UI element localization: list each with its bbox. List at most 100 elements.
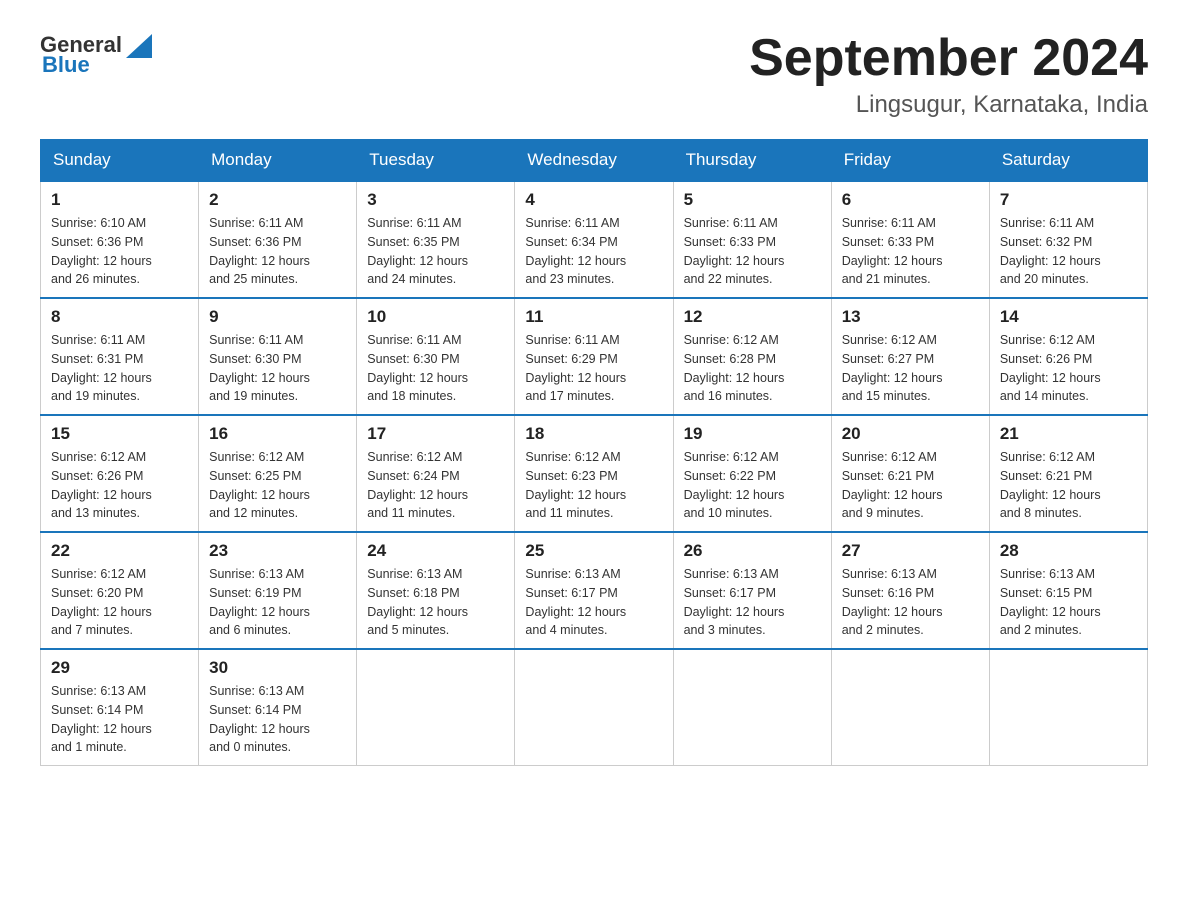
day-info: Sunrise: 6:11 AMSunset: 6:30 PMDaylight:… bbox=[367, 333, 468, 403]
day-info: Sunrise: 6:12 AMSunset: 6:25 PMDaylight:… bbox=[209, 450, 310, 520]
calendar-cell: 21 Sunrise: 6:12 AMSunset: 6:21 PMDaylig… bbox=[989, 415, 1147, 532]
day-number: 26 bbox=[684, 541, 821, 561]
day-number: 12 bbox=[684, 307, 821, 327]
calendar-subtitle: Lingsugur, Karnataka, India bbox=[749, 91, 1148, 119]
day-number: 9 bbox=[209, 307, 346, 327]
calendar-cell: 29 Sunrise: 6:13 AMSunset: 6:14 PMDaylig… bbox=[41, 649, 199, 766]
calendar-week-4: 22 Sunrise: 6:12 AMSunset: 6:20 PMDaylig… bbox=[41, 532, 1148, 649]
day-number: 16 bbox=[209, 424, 346, 444]
day-info: Sunrise: 6:12 AMSunset: 6:23 PMDaylight:… bbox=[525, 450, 626, 520]
day-info: Sunrise: 6:13 AMSunset: 6:14 PMDaylight:… bbox=[209, 684, 310, 754]
calendar-cell: 17 Sunrise: 6:12 AMSunset: 6:24 PMDaylig… bbox=[357, 415, 515, 532]
day-info: Sunrise: 6:12 AMSunset: 6:26 PMDaylight:… bbox=[51, 450, 152, 520]
day-number: 27 bbox=[842, 541, 979, 561]
day-info: Sunrise: 6:12 AMSunset: 6:24 PMDaylight:… bbox=[367, 450, 468, 520]
day-info: Sunrise: 6:11 AMSunset: 6:33 PMDaylight:… bbox=[684, 216, 785, 286]
calendar-cell: 4 Sunrise: 6:11 AMSunset: 6:34 PMDayligh… bbox=[515, 181, 673, 298]
header-thursday: Thursday bbox=[673, 140, 831, 182]
calendar-week-1: 1 Sunrise: 6:10 AMSunset: 6:36 PMDayligh… bbox=[41, 181, 1148, 298]
calendar-cell: 28 Sunrise: 6:13 AMSunset: 6:15 PMDaylig… bbox=[989, 532, 1147, 649]
day-number: 15 bbox=[51, 424, 188, 444]
day-info: Sunrise: 6:13 AMSunset: 6:14 PMDaylight:… bbox=[51, 684, 152, 754]
day-info: Sunrise: 6:13 AMSunset: 6:17 PMDaylight:… bbox=[525, 567, 626, 637]
logo: General Blue bbox=[40, 30, 154, 78]
day-info: Sunrise: 6:12 AMSunset: 6:21 PMDaylight:… bbox=[842, 450, 943, 520]
day-info: Sunrise: 6:13 AMSunset: 6:19 PMDaylight:… bbox=[209, 567, 310, 637]
logo-blue-text: Blue bbox=[42, 52, 90, 78]
calendar-cell: 25 Sunrise: 6:13 AMSunset: 6:17 PMDaylig… bbox=[515, 532, 673, 649]
day-info: Sunrise: 6:12 AMSunset: 6:28 PMDaylight:… bbox=[684, 333, 785, 403]
calendar-week-3: 15 Sunrise: 6:12 AMSunset: 6:26 PMDaylig… bbox=[41, 415, 1148, 532]
calendar-cell: 7 Sunrise: 6:11 AMSunset: 6:32 PMDayligh… bbox=[989, 181, 1147, 298]
calendar-cell: 8 Sunrise: 6:11 AMSunset: 6:31 PMDayligh… bbox=[41, 298, 199, 415]
day-number: 23 bbox=[209, 541, 346, 561]
day-number: 10 bbox=[367, 307, 504, 327]
title-block: September 2024 Lingsugur, Karnataka, Ind… bbox=[749, 30, 1148, 119]
day-number: 13 bbox=[842, 307, 979, 327]
header-tuesday: Tuesday bbox=[357, 140, 515, 182]
day-number: 17 bbox=[367, 424, 504, 444]
calendar-cell bbox=[357, 649, 515, 766]
calendar-cell: 19 Sunrise: 6:12 AMSunset: 6:22 PMDaylig… bbox=[673, 415, 831, 532]
day-number: 7 bbox=[1000, 190, 1137, 210]
day-number: 18 bbox=[525, 424, 662, 444]
day-number: 19 bbox=[684, 424, 821, 444]
calendar-cell: 6 Sunrise: 6:11 AMSunset: 6:33 PMDayligh… bbox=[831, 181, 989, 298]
header-monday: Monday bbox=[199, 140, 357, 182]
day-info: Sunrise: 6:11 AMSunset: 6:30 PMDaylight:… bbox=[209, 333, 310, 403]
calendar-cell bbox=[989, 649, 1147, 766]
day-number: 8 bbox=[51, 307, 188, 327]
day-number: 30 bbox=[209, 658, 346, 678]
calendar-cell: 3 Sunrise: 6:11 AMSunset: 6:35 PMDayligh… bbox=[357, 181, 515, 298]
calendar-cell: 20 Sunrise: 6:12 AMSunset: 6:21 PMDaylig… bbox=[831, 415, 989, 532]
calendar-week-2: 8 Sunrise: 6:11 AMSunset: 6:31 PMDayligh… bbox=[41, 298, 1148, 415]
calendar-cell: 5 Sunrise: 6:11 AMSunset: 6:33 PMDayligh… bbox=[673, 181, 831, 298]
day-number: 22 bbox=[51, 541, 188, 561]
day-number: 21 bbox=[1000, 424, 1137, 444]
header-sunday: Sunday bbox=[41, 140, 199, 182]
day-number: 6 bbox=[842, 190, 979, 210]
calendar-cell: 15 Sunrise: 6:12 AMSunset: 6:26 PMDaylig… bbox=[41, 415, 199, 532]
calendar-cell: 23 Sunrise: 6:13 AMSunset: 6:19 PMDaylig… bbox=[199, 532, 357, 649]
calendar-cell: 24 Sunrise: 6:13 AMSunset: 6:18 PMDaylig… bbox=[357, 532, 515, 649]
day-info: Sunrise: 6:11 AMSunset: 6:32 PMDaylight:… bbox=[1000, 216, 1101, 286]
day-number: 4 bbox=[525, 190, 662, 210]
day-number: 24 bbox=[367, 541, 504, 561]
day-info: Sunrise: 6:11 AMSunset: 6:29 PMDaylight:… bbox=[525, 333, 626, 403]
day-number: 5 bbox=[684, 190, 821, 210]
calendar-cell: 22 Sunrise: 6:12 AMSunset: 6:20 PMDaylig… bbox=[41, 532, 199, 649]
day-info: Sunrise: 6:12 AMSunset: 6:21 PMDaylight:… bbox=[1000, 450, 1101, 520]
day-number: 2 bbox=[209, 190, 346, 210]
day-number: 11 bbox=[525, 307, 662, 327]
calendar-week-5: 29 Sunrise: 6:13 AMSunset: 6:14 PMDaylig… bbox=[41, 649, 1148, 766]
calendar-cell: 1 Sunrise: 6:10 AMSunset: 6:36 PMDayligh… bbox=[41, 181, 199, 298]
calendar-cell: 10 Sunrise: 6:11 AMSunset: 6:30 PMDaylig… bbox=[357, 298, 515, 415]
day-info: Sunrise: 6:11 AMSunset: 6:36 PMDaylight:… bbox=[209, 216, 310, 286]
day-info: Sunrise: 6:11 AMSunset: 6:31 PMDaylight:… bbox=[51, 333, 152, 403]
day-number: 25 bbox=[525, 541, 662, 561]
calendar-cell: 12 Sunrise: 6:12 AMSunset: 6:28 PMDaylig… bbox=[673, 298, 831, 415]
day-info: Sunrise: 6:12 AMSunset: 6:20 PMDaylight:… bbox=[51, 567, 152, 637]
day-info: Sunrise: 6:12 AMSunset: 6:27 PMDaylight:… bbox=[842, 333, 943, 403]
calendar-cell: 30 Sunrise: 6:13 AMSunset: 6:14 PMDaylig… bbox=[199, 649, 357, 766]
day-number: 3 bbox=[367, 190, 504, 210]
calendar-cell bbox=[515, 649, 673, 766]
calendar-cell bbox=[673, 649, 831, 766]
day-info: Sunrise: 6:11 AMSunset: 6:33 PMDaylight:… bbox=[842, 216, 943, 286]
day-number: 20 bbox=[842, 424, 979, 444]
day-info: Sunrise: 6:13 AMSunset: 6:18 PMDaylight:… bbox=[367, 567, 468, 637]
day-info: Sunrise: 6:13 AMSunset: 6:16 PMDaylight:… bbox=[842, 567, 943, 637]
page-header: General Blue September 2024 Lingsugur, K… bbox=[40, 30, 1148, 119]
header-friday: Friday bbox=[831, 140, 989, 182]
day-info: Sunrise: 6:13 AMSunset: 6:15 PMDaylight:… bbox=[1000, 567, 1101, 637]
day-number: 28 bbox=[1000, 541, 1137, 561]
day-info: Sunrise: 6:11 AMSunset: 6:34 PMDaylight:… bbox=[525, 216, 626, 286]
day-info: Sunrise: 6:12 AMSunset: 6:26 PMDaylight:… bbox=[1000, 333, 1101, 403]
day-number: 14 bbox=[1000, 307, 1137, 327]
calendar-cell: 2 Sunrise: 6:11 AMSunset: 6:36 PMDayligh… bbox=[199, 181, 357, 298]
day-info: Sunrise: 6:13 AMSunset: 6:17 PMDaylight:… bbox=[684, 567, 785, 637]
calendar-cell bbox=[831, 649, 989, 766]
calendar-cell: 9 Sunrise: 6:11 AMSunset: 6:30 PMDayligh… bbox=[199, 298, 357, 415]
header-saturday: Saturday bbox=[989, 140, 1147, 182]
header-wednesday: Wednesday bbox=[515, 140, 673, 182]
